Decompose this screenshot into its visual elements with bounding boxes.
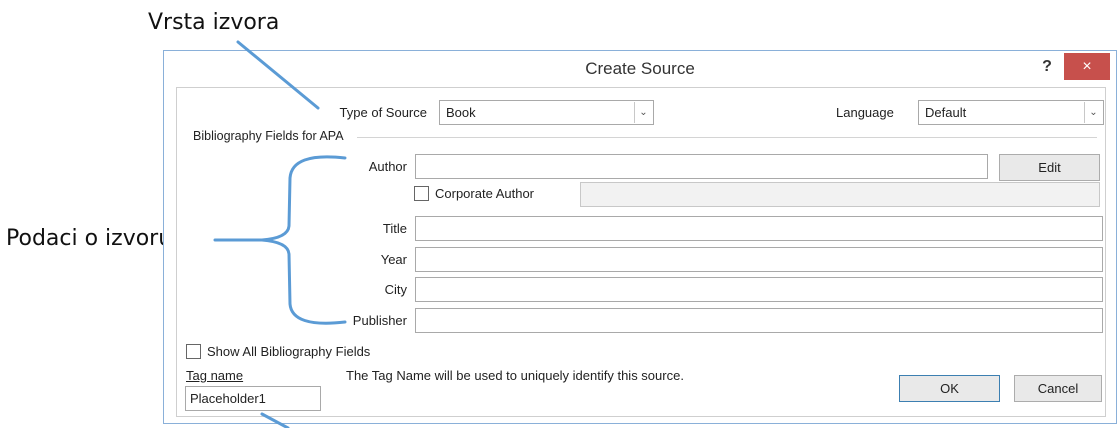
chevron-down-icon: ⌄ bbox=[634, 102, 652, 123]
type-of-source-select[interactable]: Book ⌄ bbox=[439, 100, 654, 125]
publisher-input[interactable] bbox=[415, 308, 1103, 333]
close-button[interactable]: × bbox=[1064, 53, 1110, 80]
close-icon: × bbox=[1082, 58, 1092, 75]
publisher-label: Publisher bbox=[352, 313, 407, 328]
cancel-button[interactable]: Cancel bbox=[1014, 375, 1102, 402]
tag-name-input[interactable]: Placeholder1 bbox=[185, 386, 321, 411]
city-label: City bbox=[384, 282, 407, 297]
annotation-source-data: Podaci o izvoru bbox=[6, 226, 173, 251]
tag-name-label: Tag name bbox=[186, 368, 244, 383]
show-all-fields-checkbox[interactable] bbox=[186, 344, 201, 359]
type-of-source-value: Book bbox=[446, 105, 476, 120]
title-label: Title bbox=[382, 221, 407, 236]
ok-button[interactable]: OK bbox=[899, 375, 1000, 402]
chevron-down-icon: ⌄ bbox=[1084, 102, 1102, 123]
year-label: Year bbox=[380, 252, 407, 267]
show-all-fields-label: Show All Bibliography Fields bbox=[207, 344, 371, 359]
create-source-dialog: Create Source ? × Type of Source Book ⌄ … bbox=[163, 50, 1117, 424]
annotation-source-type: Vrsta izvora bbox=[148, 10, 280, 35]
city-input[interactable] bbox=[415, 277, 1103, 302]
tag-name-hint: The Tag Name will be used to uniquely id… bbox=[346, 368, 684, 383]
dialog-title: Create Source bbox=[585, 59, 695, 78]
type-of-source-label: Type of Source bbox=[339, 105, 427, 120]
dialog-body: Type of Source Book ⌄ Language Default ⌄… bbox=[176, 87, 1106, 417]
group-divider bbox=[357, 137, 1097, 138]
author-input[interactable] bbox=[415, 154, 988, 179]
edit-button[interactable]: Edit bbox=[999, 154, 1100, 181]
help-button[interactable]: ? bbox=[1034, 55, 1060, 79]
language-value: Default bbox=[925, 105, 967, 120]
corporate-author-checkbox[interactable] bbox=[414, 186, 429, 201]
tag-name-value: Placeholder1 bbox=[190, 391, 266, 406]
title-input[interactable] bbox=[415, 216, 1103, 241]
year-input[interactable] bbox=[415, 247, 1103, 272]
title-bar: Create Source ? × bbox=[164, 51, 1116, 87]
corporate-author-label: Corporate Author bbox=[435, 186, 535, 201]
author-label: Author bbox=[368, 159, 407, 174]
language-label: Language bbox=[836, 105, 894, 120]
group-title: Bibliography Fields for APA bbox=[193, 129, 344, 143]
language-select[interactable]: Default ⌄ bbox=[918, 100, 1104, 125]
corporate-author-input bbox=[580, 182, 1100, 207]
